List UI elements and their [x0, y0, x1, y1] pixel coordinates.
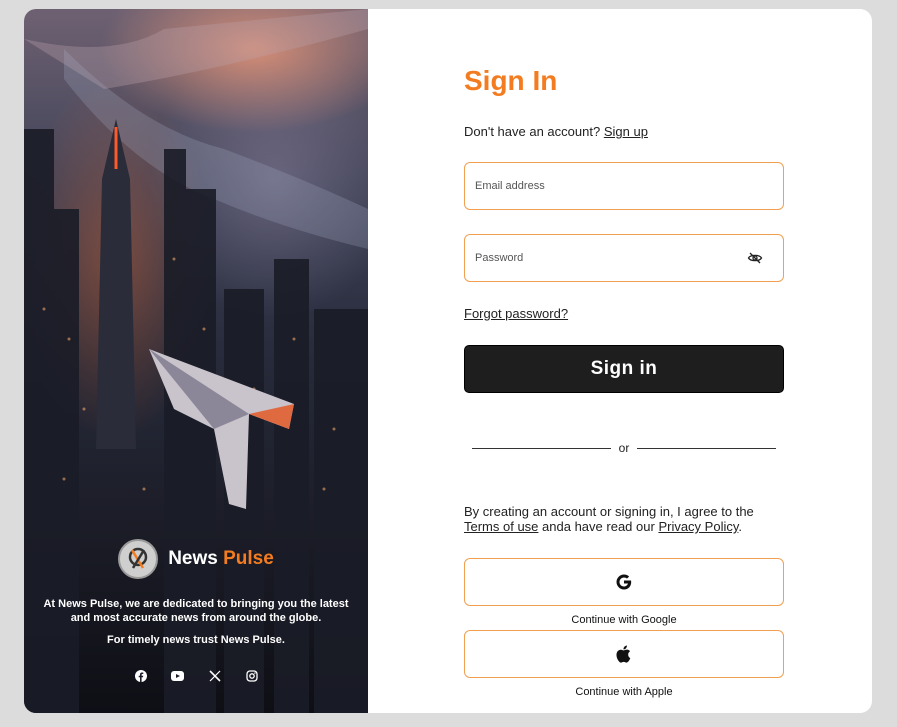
brand: News Pulse — [24, 539, 368, 579]
google-icon — [616, 574, 632, 590]
youtube-icon[interactable] — [171, 669, 184, 682]
hero-panel: News Pulse At News Pulse, we are dedicat… — [24, 9, 368, 713]
agree-text-1: By creating an account or signing in, I … — [464, 504, 754, 519]
email-field — [464, 162, 784, 210]
divider-text: or — [618, 441, 630, 455]
eye-slash-icon[interactable] — [747, 250, 763, 266]
brand-tagline: For timely news trust News Pulse. — [107, 634, 285, 646]
forgot-password-link[interactable]: Forgot password? — [464, 306, 568, 321]
brand-name: News Pulse — [168, 548, 274, 570]
brand-logo-icon — [118, 539, 159, 579]
signup-prompt: Don't have an account? Sign up — [464, 124, 648, 139]
instagram-icon[interactable] — [245, 669, 258, 682]
terms-agreement: By creating an account or signing in, I … — [464, 504, 784, 534]
terms-of-use-link[interactable]: Terms of use — [464, 519, 538, 534]
apple-sign-in-button[interactable] — [464, 630, 784, 678]
agree-text-2: anda have read our — [542, 519, 655, 534]
or-divider: or — [472, 441, 777, 455]
brand-name-part1: News — [168, 548, 218, 569]
divider-line-right — [637, 447, 777, 449]
privacy-policy-link[interactable]: Privacy Policy — [658, 519, 738, 534]
agree-text-3: . — [738, 519, 743, 534]
page-title: Sign In — [464, 65, 558, 96]
password-input[interactable] — [465, 235, 725, 281]
signin-card: News Pulse At News Pulse, we are dedicat… — [24, 9, 872, 713]
password-field — [464, 234, 784, 282]
facebook-icon[interactable] — [134, 669, 147, 682]
x-icon[interactable] — [208, 669, 221, 682]
apple-label[interactable]: Continue with Apple — [464, 686, 784, 698]
google-label[interactable]: Continue with Google — [464, 614, 784, 626]
social-links — [24, 669, 368, 682]
brand-name-part2: Pulse — [223, 548, 274, 569]
apple-icon — [616, 645, 631, 663]
google-sign-in-button[interactable] — [464, 558, 784, 606]
signup-prompt-text: Don't have an account? — [464, 124, 601, 139]
divider-line-left — [472, 447, 611, 449]
brand-description: At News Pulse, we are dedicated to bring… — [43, 598, 349, 624]
email-input[interactable] — [465, 163, 725, 209]
sign-in-button[interactable]: Sign in — [464, 345, 784, 393]
sign-up-link[interactable]: Sign up — [604, 124, 648, 139]
